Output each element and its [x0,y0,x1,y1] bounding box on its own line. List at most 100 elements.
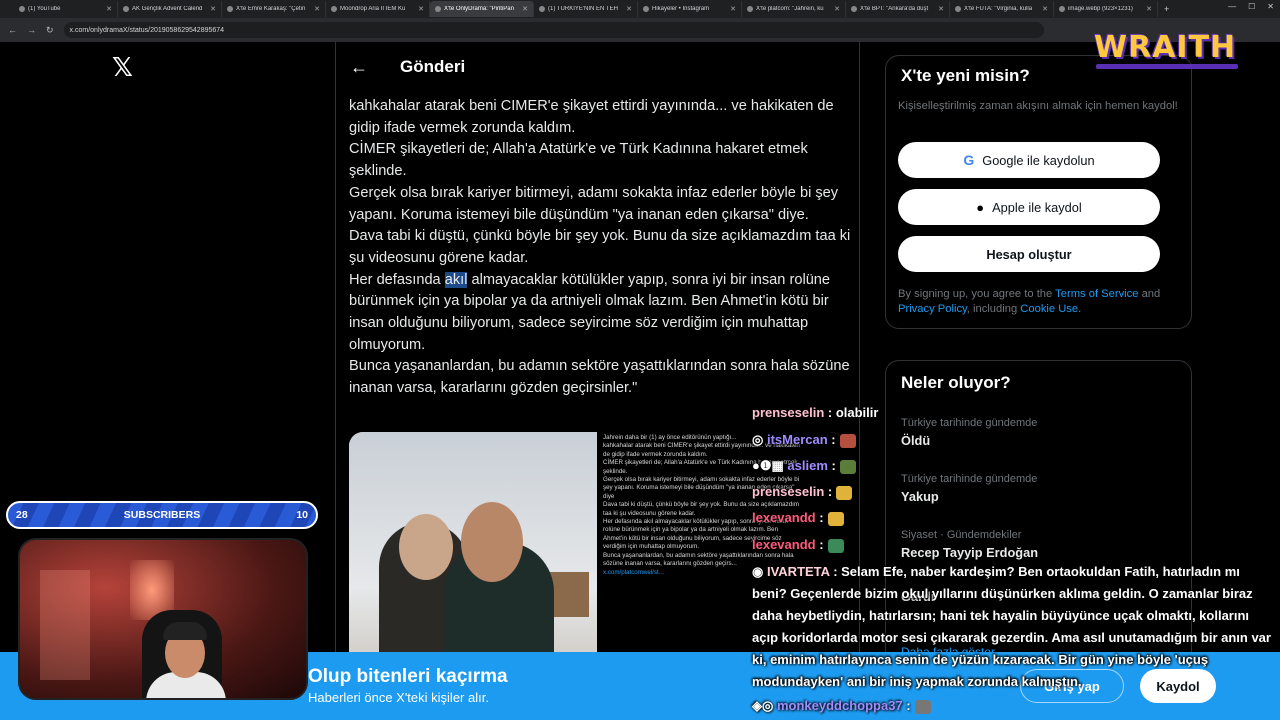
browser-tab[interactable]: X'te OnlyDrama: "PintiPan ✕ [430,1,534,17]
trend-item[interactable]: Siyaset · Gündemdekiler Recep Tayyip Erd… [901,529,1181,560]
screenshot-line: Dava tabi ki düştü, çünkü böyle bir şey … [603,501,800,509]
webcam-feed [18,538,308,700]
favicon-icon [747,6,753,12]
apple-signup-button[interactable]: ● Apple ile kaydol [898,189,1160,225]
privacy-link[interactable]: Privacy Policy [898,303,967,315]
badge-icon: ◈◎ [752,698,777,713]
chat-user: prenseselin [752,484,825,499]
banner-subtitle: Haberleri önce X'teki kişiler alır. [308,690,489,705]
favicon-icon [19,6,25,12]
chat-line: ◈◎ monkeyddchoppa37 : [752,698,931,714]
emote-icon [914,699,931,714]
maximize-icon[interactable]: ☐ [1248,2,1255,11]
trend-name: Recep Tayyip Erdoğan [901,545,1039,560]
chat-user: IVARTETA [766,564,830,579]
chat-line: prenseselin : olabilir [752,405,878,420]
forward-nav-icon[interactable]: → [27,25,36,35]
signup-subtitle: Kişiselleştirilmiş zaman akışını almak i… [898,100,1178,112]
chat-text: : [819,537,824,552]
tab-label: Moondrop Aria II IEM Ku [340,6,406,12]
tab-close-icon[interactable]: ✕ [938,5,944,13]
google-icon: G [963,152,975,168]
tab-label: (1) YouTube [28,6,61,12]
terms-link[interactable]: Terms of Service [1055,288,1138,300]
google-signup-button[interactable]: G Google ile kaydolun [898,142,1160,178]
trend-item[interactable]: Türkiye tarihinde gündemde Öldü [901,417,1181,448]
tab-label: X'te OnlyDrama: "PintiPan [444,6,514,12]
chat-user: monkeyddchoppa37 [776,698,903,713]
tab-close-icon[interactable]: ✕ [210,5,216,13]
browser-tab[interactable]: X'te FUTA: "Virginia, kulla ✕ [950,1,1054,17]
favicon-icon [955,6,961,12]
reload-icon[interactable]: ↻ [46,25,54,36]
subs-current: 28 [16,509,28,521]
person-left-head [399,514,453,580]
browser-tab[interactable]: (1) TÜRKİYE'NİN EN TEH ✕ [534,1,638,17]
back-arrow-icon[interactable]: ← [350,57,380,78]
apple-icon: ● [976,199,985,215]
chat-text: : Selam Efe, naber kardeşim? Ben ortaoku… [752,564,1271,689]
create-account-label: Hesap oluştur [986,246,1072,262]
browser-tabbar: (1) YouTube ✕ AK Gençlik Advent Calend ✕ X't… [0,0,1280,18]
chat-text: : [831,432,836,447]
badge-icon: ◎ [752,432,767,447]
emote-icon [836,485,853,500]
browser-tab[interactable]: X'te platcom: "Jahrein, ku ✕ [742,1,846,17]
browser-tab[interactable]: (1) YouTube ✕ [14,1,118,17]
tab-close-icon[interactable]: ✕ [834,5,840,13]
favicon-icon [123,6,129,12]
tab-close-icon[interactable]: ✕ [626,5,632,13]
signup-card: X'te yeni misin? Kişiselleştirilmiş zama… [885,55,1192,329]
tab-close-icon[interactable]: ✕ [730,5,736,13]
chat-text: : olabilir [827,405,879,420]
browser-tab[interactable]: image.webp (923×1231) ✕ [1054,1,1158,17]
badge-icon: ◉ [752,564,767,579]
favicon-icon [539,6,545,12]
favicon-icon [851,6,857,12]
chat-text: : [827,484,833,499]
browser-tab[interactable]: X'te Emre Karakaş: "Çetin ✕ [222,1,326,17]
post-line: Gerçek olsa bırak kariyer bitirmeyi, ada… [349,184,839,223]
post-body: kahkahalar atarak beni CIMER'e şikayet e… [349,96,854,400]
cookie-link[interactable]: Cookie Use. [1020,303,1081,315]
browser-tab[interactable]: Hikayeler • Instagram ✕ [638,1,742,17]
tab-close-icon[interactable]: ✕ [106,5,112,13]
tab-close-icon[interactable]: ✕ [1146,5,1152,13]
x-logo-icon[interactable]: 𝕏 [112,55,136,81]
banner-title: Olup bitenleri kaçırma [308,666,508,687]
legal-prefix: By signing up, you agree to the [898,288,1056,300]
cam-door [40,570,90,680]
tab-list: (1) YouTube ✕ AK Gençlik Advent Calend ✕ X't… [14,1,1158,17]
post-header: ← Gönderi [336,42,859,92]
minimize-icon[interactable]: — [1228,2,1236,11]
tab-close-icon[interactable]: ✕ [522,5,528,13]
new-tab-button[interactable]: + [1158,4,1175,14]
tab-label: AK Gençlik Advent Calend [132,6,203,12]
browser-tab[interactable]: Moondrop Aria II IEM Ku ✕ [326,1,430,17]
chat-user: lexevandd [752,537,816,552]
trend-item[interactable]: Türkiye tarihinde gündemde Yakup [901,473,1181,504]
emote-icon [827,511,844,526]
trend-context: Türkiye tarihinde gündemde [901,417,1038,429]
back-nav-icon[interactable]: ← [8,25,17,35]
browser-tab[interactable]: AK Gençlik Advent Calend ✕ [118,1,222,17]
post-line: Bunca yaşananlardan, bu adamın sektöre y… [349,358,850,397]
url-field[interactable]: x.com/onlydramaX/status/2019058629542895… [63,22,1044,38]
chat-user: prenseselin [752,405,825,420]
chat-user: asliem [787,458,828,473]
post-line: CİMER şikayetleri de; Allah'a Atatürk'e … [349,141,808,180]
emote-icon [839,459,856,474]
trends-title: Neler oluyor? [901,373,1011,392]
signup-title: X'te yeni misin? [901,66,1030,85]
create-account-button[interactable]: Hesap oluştur [898,236,1160,272]
tab-close-icon[interactable]: ✕ [314,5,320,13]
selected-text: akıl [444,271,468,288]
favicon-icon [1059,6,1065,12]
trend-name: Öldü [901,433,931,448]
close-window-icon[interactable]: ✕ [1267,2,1274,11]
favicon-icon [643,6,649,12]
tab-close-icon[interactable]: ✕ [1042,5,1048,13]
chat-user: itsMercan [766,432,828,447]
browser-tab[interactable]: X'te BPT: "Ankara'da düşt ✕ [846,1,950,17]
tab-close-icon[interactable]: ✕ [418,5,424,13]
